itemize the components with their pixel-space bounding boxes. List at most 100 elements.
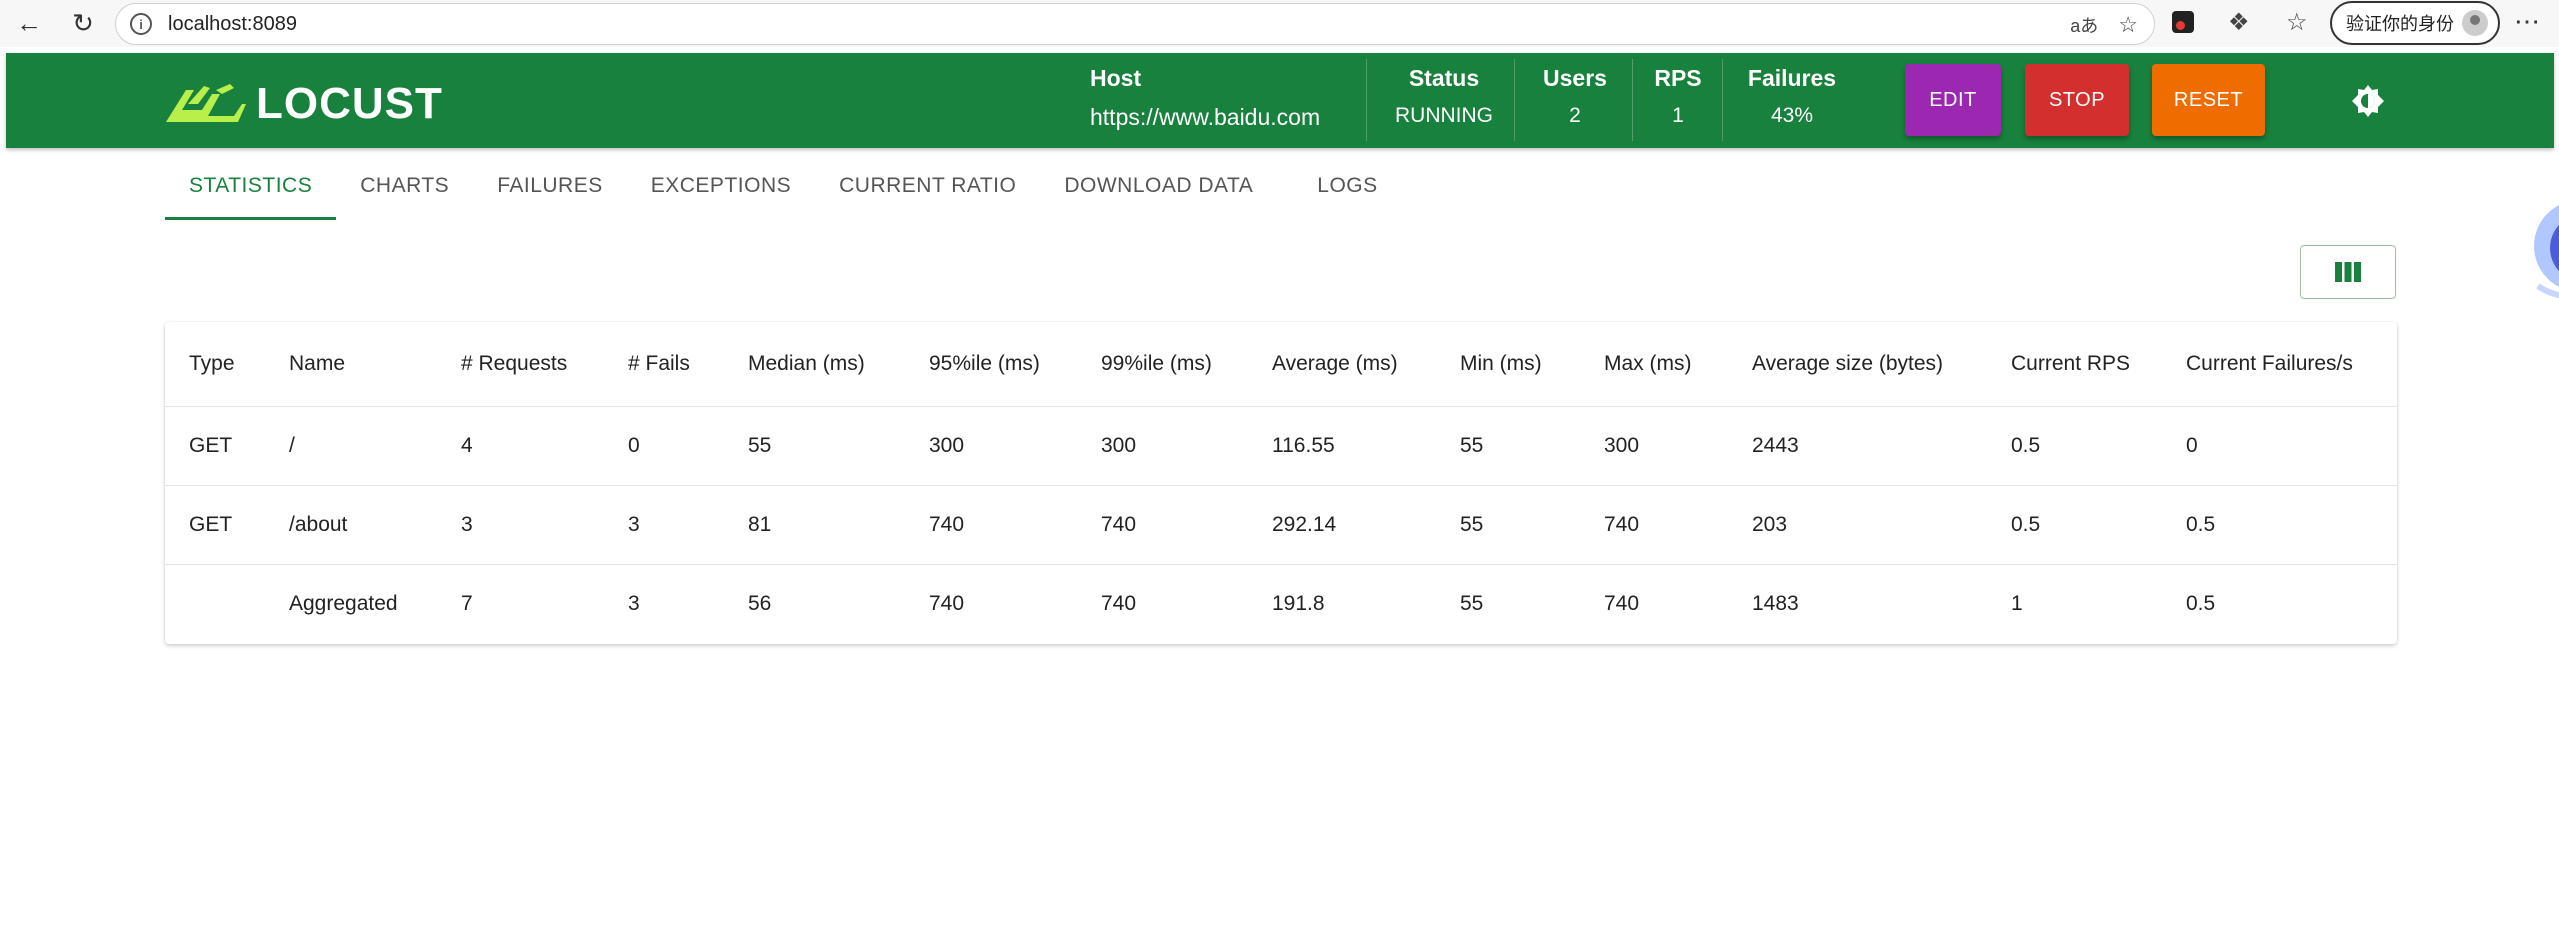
table-cell: [165, 564, 265, 643]
address-bar[interactable]: i localhost:8089 aあ ☆: [115, 3, 2155, 45]
users-stat: Users 2: [1532, 65, 1618, 128]
table-row-aggregated: Aggregated 7 3 56 740 740 191.8 55 740 1…: [165, 564, 2397, 643]
host-label: Host: [1090, 65, 1142, 91]
column-header[interactable]: Current RPS: [1987, 322, 2162, 407]
back-arrow-icon[interactable]: ←: [12, 6, 46, 40]
column-header[interactable]: # Fails: [604, 322, 724, 407]
assistant-bubble-icon[interactable]: [2518, 190, 2559, 310]
users-label: Users: [1543, 65, 1607, 91]
table-cell: 3: [628, 591, 640, 615]
browser-toolbar: ← ↻ i localhost:8089 aあ ☆ ❖ ☆ 验证你的身份 ⋯: [0, 0, 2559, 47]
tab-statistics[interactable]: STATISTICS: [165, 152, 337, 220]
column-header[interactable]: 99%ile (ms): [1077, 322, 1248, 407]
column-header[interactable]: Average (ms): [1248, 322, 1436, 407]
table-cell: 1: [2011, 591, 2023, 615]
header-divider: [1632, 59, 1633, 141]
table-cell: GET: [165, 406, 265, 486]
avatar-icon: [2462, 10, 2488, 36]
tab-current-ratio[interactable]: CURRENT RATIO: [815, 152, 1040, 220]
extension-badge-icon[interactable]: [2172, 8, 2194, 33]
site-info-icon[interactable]: i: [130, 13, 152, 35]
column-header[interactable]: # Requests: [437, 322, 604, 407]
table-cell: 4: [437, 406, 604, 486]
translate-icon[interactable]: aあ: [2070, 12, 2098, 38]
view-columns-icon: [2335, 262, 2361, 282]
table-cell: 0.5: [2186, 591, 2216, 615]
profile-button[interactable]: 验证你的身份: [2330, 1, 2500, 45]
table-row: GET / 4 0 55 300 300 116.55 55 300 2443 …: [165, 406, 2397, 486]
table-cell: 0.5: [1987, 485, 2162, 565]
profile-label: 验证你的身份: [2346, 14, 2454, 34]
tab-charts[interactable]: CHARTS: [336, 152, 473, 220]
table-cell: 0: [604, 406, 724, 486]
rps-label: RPS: [1654, 65, 1702, 91]
app-header: LOCUST Host https://www.baidu.com Status…: [6, 53, 2554, 148]
table-cell: 3: [604, 485, 724, 565]
table-cell: 740: [1077, 485, 1248, 565]
table-cell: 191.8: [1272, 591, 1325, 615]
table-cell: GET: [165, 485, 265, 565]
column-header[interactable]: 95%ile (ms): [905, 322, 1077, 407]
column-header[interactable]: Name: [265, 322, 437, 407]
table-cell: /about: [265, 485, 437, 565]
reset-button[interactable]: RESET: [2152, 64, 2265, 136]
host-value: https://www.baidu.com: [1090, 104, 1321, 130]
tab-download-data[interactable]: DOWNLOAD DATA: [1040, 152, 1277, 220]
table-cell: 300: [905, 406, 1077, 486]
table-cell: 55: [1460, 591, 1484, 615]
column-header[interactable]: Average size (bytes): [1728, 322, 1987, 407]
theme-toggle-icon[interactable]: [2352, 85, 2384, 117]
table-cell: 3: [437, 485, 604, 565]
table-cell: 0: [2162, 406, 2397, 486]
table-cell: 740: [929, 591, 965, 615]
tab-exceptions[interactable]: EXCEPTIONS: [627, 152, 815, 220]
logo-text: LOCUST: [256, 79, 443, 128]
status-label: Status: [1408, 65, 1480, 91]
table-cell: 1483: [1752, 591, 1799, 615]
table-cell: 81: [724, 485, 905, 565]
column-header[interactable]: Current Failures/s: [2162, 322, 2397, 407]
locust-logo[interactable]: LOCUST: [164, 79, 443, 129]
table-cell: 0.5: [1987, 406, 2162, 486]
table-cell: 55: [1436, 485, 1580, 565]
table-cell: 56: [748, 591, 772, 615]
table-cell: 740: [1101, 591, 1137, 615]
status-stat: Status RUNNING: [1392, 65, 1496, 128]
favorite-star-icon[interactable]: ☆: [2118, 12, 2138, 38]
header-divider: [1366, 59, 1367, 141]
table-header-row: Type Name # Requests # Fails Median (ms)…: [165, 322, 2397, 407]
table-cell: 740: [1580, 485, 1728, 565]
more-options-icon[interactable]: ⋯: [2514, 6, 2541, 37]
table-cell: 7: [461, 591, 473, 615]
reload-icon[interactable]: ↻: [66, 6, 100, 40]
failures-label: Failures: [1747, 65, 1837, 91]
column-header[interactable]: Max (ms): [1580, 322, 1728, 407]
locust-logo-icon: [166, 84, 246, 122]
table-cell: 292.14: [1248, 485, 1436, 565]
failures-value: 43%: [1770, 104, 1814, 127]
table-cell: 300: [1077, 406, 1248, 486]
table-cell: 203: [1728, 485, 1987, 565]
column-header[interactable]: Median (ms): [724, 322, 905, 407]
table-cell: 55: [1436, 406, 1580, 486]
tab-failures[interactable]: FAILURES: [473, 152, 627, 220]
column-header[interactable]: Type: [165, 322, 265, 407]
column-selector-button[interactable]: [2300, 245, 2396, 299]
tab-logs[interactable]: LOGS: [1293, 152, 1401, 220]
table-cell: 55: [724, 406, 905, 486]
favorites-list-icon[interactable]: ☆: [2286, 8, 2308, 37]
table-cell: 2443: [1728, 406, 1987, 486]
tab-bar: STATISTICS CHARTS FAILURES EXCEPTIONS CU…: [165, 152, 1402, 220]
table-cell: 740: [1604, 591, 1640, 615]
failures-stat: Failures 43%: [1742, 65, 1842, 128]
rps-stat: RPS 1: [1648, 65, 1708, 128]
header-divider: [1722, 59, 1723, 141]
table-row: GET /about 3 3 81 740 740 292.14 55 740 …: [165, 485, 2397, 565]
table-cell: 0.5: [2162, 485, 2397, 565]
edit-button[interactable]: EDIT: [1905, 64, 2001, 136]
table-cell: Aggregated: [289, 591, 398, 615]
stop-button[interactable]: STOP: [2025, 64, 2129, 136]
extensions-puzzle-icon[interactable]: ❖: [2228, 8, 2250, 37]
rps-value: 1: [1672, 104, 1684, 127]
column-header[interactable]: Min (ms): [1436, 322, 1580, 407]
